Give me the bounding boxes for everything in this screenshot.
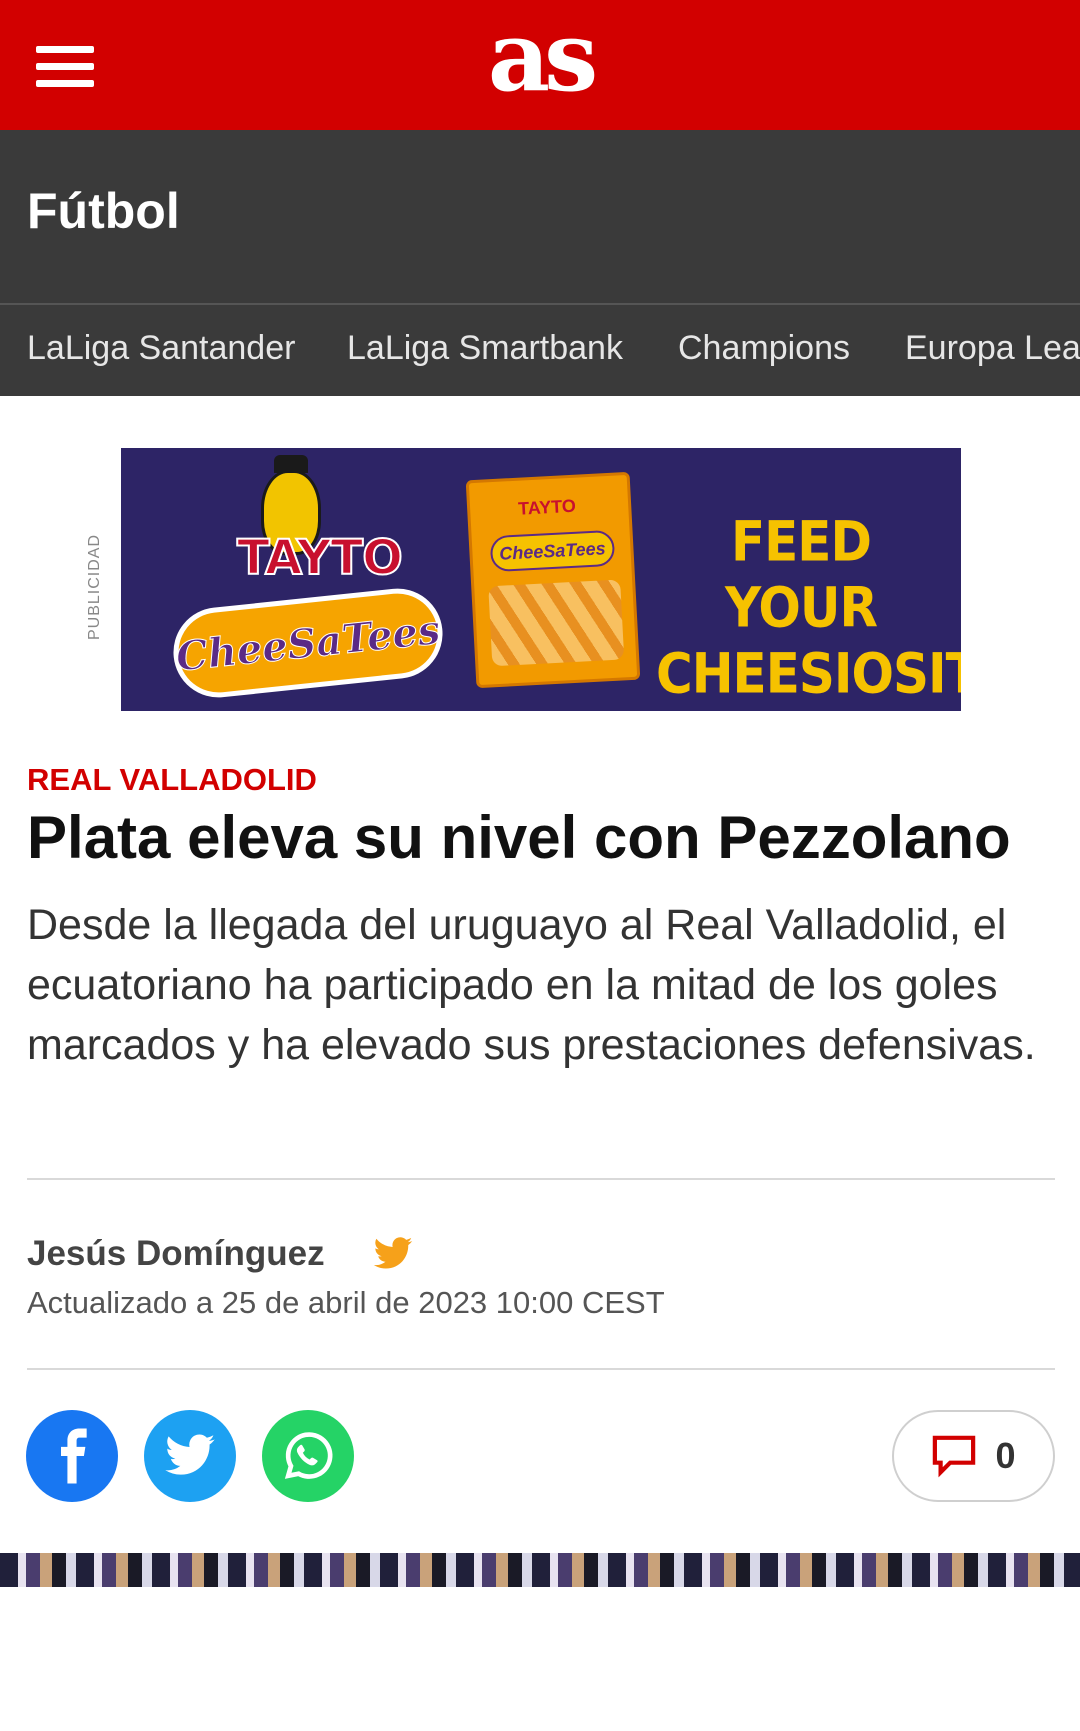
share-facebook-button[interactable] [26,1410,118,1502]
article-kicker[interactable]: REAL VALLADOLID [27,764,317,795]
hero-image [0,1553,1080,1587]
ad-brand: TAYTO [236,529,404,587]
share-whatsapp-button[interactable] [262,1410,354,1502]
hamburger-menu-icon[interactable] [36,46,94,88]
updated-timestamp: Actualizado a 25 de abril de 2023 10:00 … [27,1285,665,1320]
ad-slogan: FEED YOUR CHEESIOSITY [656,510,961,706]
facebook-icon [61,1428,87,1484]
ad-product-logo: CheeSaTees [169,584,447,702]
twitter-icon[interactable] [372,1233,414,1275]
subnav: LaLiga Santander LaLiga Smartbank Champi… [0,303,1080,396]
subnav-item-champions[interactable]: Champions [678,331,850,365]
subnav-item-laliga-santander[interactable]: LaLiga Santander [27,331,295,365]
article-standfirst: Desde la llegada del uruguayo al Real Va… [27,901,1036,1069]
comments-count: 0 [995,1435,1016,1476]
top-header: as [0,0,1080,130]
as-logo[interactable]: as [460,0,620,130]
ad-label: PUBLICIDAD [86,533,103,640]
twitter-icon [165,1434,215,1475]
comments-button[interactable]: 0 [892,1410,1055,1502]
share-twitter-button[interactable] [144,1410,236,1502]
article-headline: Plata eleva su nivel con Pezzolano [27,804,1011,871]
subnav-item-laliga-smartbank[interactable]: LaLiga Smartbank [347,331,623,365]
ad-banner[interactable]: TAYTO CheeSaTees TAYTO CheeSaTees FEED Y… [121,448,961,711]
divider [27,1368,1055,1370]
subnav-item-europa-league[interactable]: Europa League [905,331,1080,365]
section-header: Fútbol [0,130,1080,303]
author-name[interactable]: Jesús Domínguez [27,1236,325,1271]
section-title[interactable]: Fútbol [27,186,180,236]
comment-icon [933,1435,976,1478]
divider [27,1178,1055,1180]
ad-product-bag: TAYTO CheeSaTees [465,471,641,689]
whatsapp-icon [284,1432,333,1479]
